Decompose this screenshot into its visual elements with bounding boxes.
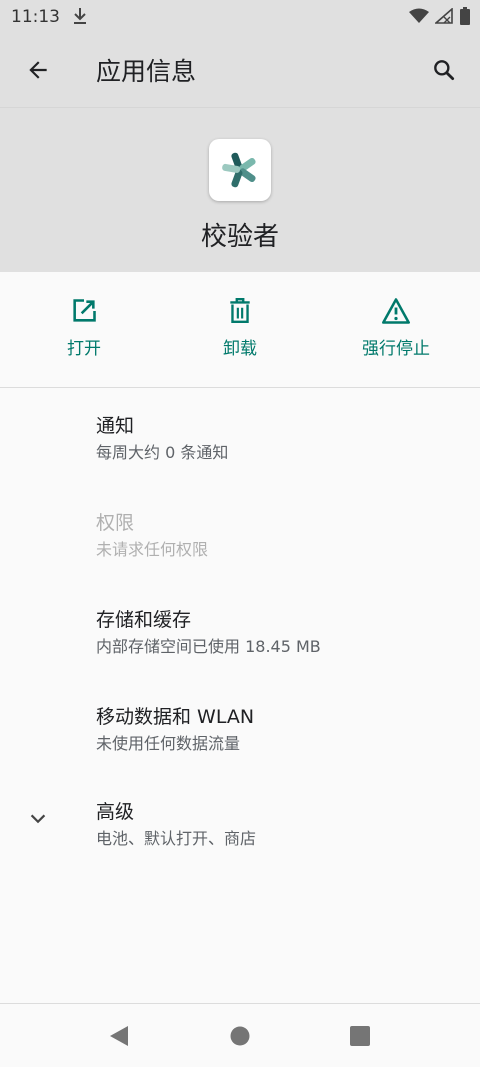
notifications-subtitle: 每周大约 0 条通知 [96,443,229,462]
force-stop-button[interactable]: 强行停止 [316,296,476,359]
uninstall-button[interactable]: 卸载 [160,296,320,359]
mobile-data-item[interactable]: 移动数据和 WLAN 未使用任何数据流量 [0,702,480,762]
navigation-bar [0,1004,480,1067]
signal-icon [433,7,453,28]
asterisk-logo-icon [222,152,256,188]
advanced-title: 高级 [96,801,135,823]
download-icon [72,7,88,25]
app-icon [209,139,271,201]
force-stop-label: 强行停止 [362,339,430,359]
search-button[interactable] [422,48,466,92]
advanced-subtitle: 电池、默认打开、商店 [96,829,257,848]
actions-divider [0,387,480,388]
status-icons [409,7,471,29]
back-button[interactable] [16,48,60,92]
nav-recents-button[interactable] [342,1018,378,1054]
storage-subtitle: 内部存储空间已使用 18.45 MB [96,637,321,656]
advanced-item[interactable]: 高级 电池、默认打开、商店 [0,797,480,857]
square-recents-icon [350,1026,370,1046]
storage-title: 存储和缓存 [96,609,192,631]
triangle-back-icon [110,1026,128,1046]
app-name: 校验者 [200,222,279,252]
action-buttons: 打开 卸载 强行停止 [0,272,480,387]
app-info-screen: 11:13 应用信息 校验者 打开 卸载 强行停止 通知 每周大约 0 条通知 … [0,0,480,1067]
battery-icon [459,7,471,29]
permissions-title: 权限 [96,512,135,534]
nav-back-button[interactable] [101,1018,137,1054]
warning-icon [381,296,411,326]
mobile-data-title: 移动数据和 WLAN [96,706,255,728]
back-arrow-icon [29,61,47,79]
wifi-icon [409,8,429,28]
toolbar: 应用信息 [0,34,480,106]
open-label: 打开 [67,339,101,359]
notifications-item[interactable]: 通知 每周大约 0 条通知 [0,411,480,471]
search-icon [434,60,455,81]
page-title: 应用信息 [96,57,197,86]
status-bar: 11:13 [0,0,480,34]
toolbar-divider [0,107,480,108]
storage-item[interactable]: 存储和缓存 内部存储空间已使用 18.45 MB [0,605,480,665]
permissions-subtitle: 未请求任何权限 [96,540,209,559]
open-in-new-icon [69,296,99,326]
chevron-down-icon [24,805,52,833]
app-header: 应用信息 校验者 [0,34,480,272]
uninstall-label: 卸载 [223,339,257,359]
open-button[interactable]: 打开 [4,296,164,359]
notifications-title: 通知 [96,415,135,437]
mobile-data-subtitle: 未使用任何数据流量 [96,734,241,753]
permissions-item: 权限 未请求任何权限 [0,508,480,568]
status-time: 11:13 [11,7,60,27]
nav-home-button[interactable] [222,1018,258,1054]
trash-icon [225,296,255,326]
circle-home-icon [230,1026,250,1046]
